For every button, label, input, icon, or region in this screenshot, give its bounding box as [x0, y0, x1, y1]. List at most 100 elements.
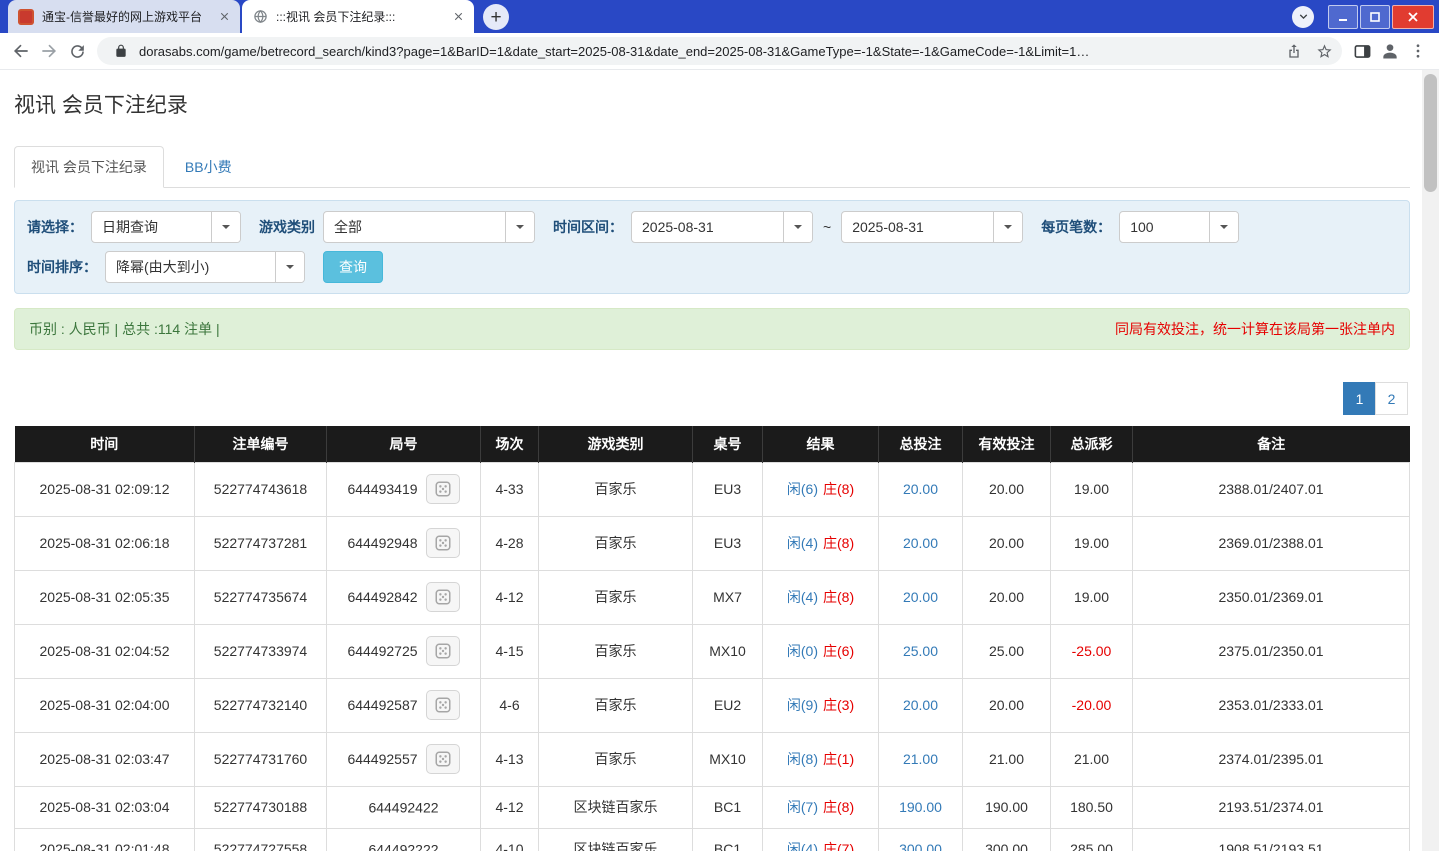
page-tab[interactable]: BB小费 [168, 146, 249, 188]
avatar-icon [1380, 41, 1400, 61]
video-replay-button[interactable] [425, 690, 460, 720]
query-type-select[interactable]: 日期查询 [91, 211, 241, 243]
video-replay-button[interactable] [425, 582, 460, 612]
cell-round: 644492842 [326, 569, 481, 625]
cell-valid-bet: 20.00 [962, 569, 1051, 625]
result-player: 闲(0) [786, 643, 818, 659]
cell-session: 4-10 [480, 827, 539, 851]
total-bet-link[interactable]: 300.00 [899, 841, 942, 851]
summary-notice: 同局有效投注，统一计算在该局第一张注单内 [1115, 321, 1395, 337]
browser-tab[interactable]: :::视讯 会员下注纪录::: [242, 0, 474, 33]
page-button-2[interactable]: 2 [1375, 382, 1408, 415]
query-type-value: 日期查询 [102, 219, 158, 235]
total-bet-link[interactable]: 21.00 [903, 751, 938, 767]
forward-icon [39, 41, 59, 61]
back-button[interactable] [7, 37, 35, 65]
video-replay-button[interactable] [425, 528, 460, 558]
date-end-input[interactable]: 2025-08-31 [841, 211, 1024, 243]
cell-time: 2025-08-31 02:04:00 [14, 677, 195, 733]
filter-panel: 请选择： 日期查询 游戏类别 全部 时间区间： 2025-08-31 ~ 202… [14, 200, 1410, 294]
cell-payout: -25.00 [1050, 623, 1133, 679]
column-header: 有效投注 [962, 426, 1051, 462]
page-content: 视讯 会员下注纪录 视讯 会员下注纪录 BB小费 请选择： 日期查询 游戏类别 … [0, 70, 1422, 851]
tab-close-icon[interactable] [450, 9, 466, 25]
video-replay-button[interactable] [425, 474, 460, 504]
column-header: 游戏类别 [538, 426, 693, 462]
video-replay-button[interactable] [425, 636, 460, 666]
cell-result: 闲(8) 庄(1) [762, 731, 879, 787]
cell-table: EU2 [692, 677, 763, 733]
close-button[interactable] [1392, 4, 1434, 29]
page-tab-label: 视讯 会员下注纪录 [31, 159, 147, 175]
browser-menu-button[interactable] [1404, 37, 1432, 65]
date-start-value: 2025-08-31 [642, 219, 714, 235]
cell-valid-bet: 25.00 [962, 623, 1051, 679]
search-button[interactable]: 查询 [323, 251, 383, 283]
tab-search-button[interactable] [1292, 5, 1314, 28]
total-bet-link[interactable]: 190.00 [899, 799, 942, 815]
table-row: 2025-08-31 02:03:04 522774730188 6444924… [14, 785, 1410, 829]
dice-icon [434, 696, 452, 714]
url-text[interactable]: dorasabs.com/game/betrecord_search/kind3… [139, 44, 1276, 59]
new-tab-button[interactable]: + [483, 4, 509, 30]
bookmark-star-icon[interactable] [1312, 39, 1336, 63]
address-bar[interactable]: dorasabs.com/game/betrecord_search/kind3… [97, 37, 1342, 65]
round-id: 644492422 [368, 799, 439, 816]
side-panel-icon [1353, 42, 1372, 61]
cell-bet-id: 522774733974 [194, 623, 327, 679]
cell-session: 4-12 [480, 569, 539, 625]
per-page-value: 100 [1130, 219, 1154, 235]
cell-result: 闲(7) 庄(8) [762, 785, 879, 829]
maximize-icon [1369, 11, 1381, 23]
per-page-label: 每页笔数： [1041, 219, 1112, 235]
browser-tabs: 通宝-信誉最好的网上游戏平台 :::视讯 会员下注纪录::: [8, 0, 474, 33]
cell-result: 闲(4) 庄(8) [762, 569, 879, 625]
forward-button[interactable] [35, 37, 63, 65]
cell-table: EU3 [692, 515, 763, 571]
sort-value: 降幂(由大到小) [116, 259, 210, 275]
total-bet-link[interactable]: 20.00 [903, 697, 938, 713]
pagination: 12 [14, 382, 1408, 415]
secure-lock-icon[interactable] [109, 39, 133, 63]
page-title: 视讯 会员下注纪录 [14, 94, 188, 117]
dice-icon [434, 534, 452, 552]
total-bet-link[interactable]: 20.00 [903, 535, 938, 551]
browser-tab[interactable]: 通宝-信誉最好的网上游戏平台 [8, 0, 240, 33]
cell-round: 644492222 [326, 827, 481, 851]
cell-session: 4-12 [480, 785, 539, 829]
refresh-button[interactable] [63, 37, 91, 65]
minimize-button[interactable] [1328, 4, 1358, 29]
date-start-input[interactable]: 2025-08-31 [631, 211, 813, 243]
vertical-scrollbar[interactable] [1422, 70, 1439, 851]
column-header: 场次 [480, 426, 539, 462]
total-bet-link[interactable]: 20.00 [903, 481, 938, 497]
cell-game: 百家乐 [538, 731, 693, 787]
result-banker: 庄(7) [823, 841, 855, 851]
table-row: 2025-08-31 02:03:47 522774731760 6444925… [14, 731, 1410, 787]
share-icon[interactable] [1282, 39, 1306, 63]
cell-valid-bet: 20.00 [962, 677, 1051, 733]
cell-game: 百家乐 [538, 623, 693, 679]
page-button-1[interactable]: 1 [1343, 382, 1376, 415]
tab-close-icon[interactable] [216, 9, 232, 25]
sort-select[interactable]: 降幂(由大到小) [105, 251, 305, 283]
per-page-select[interactable]: 100 [1119, 211, 1240, 243]
page-tab[interactable]: 视讯 会员下注纪录 [14, 146, 164, 188]
total-bet-link[interactable]: 20.00 [903, 589, 938, 605]
scrollbar-thumb[interactable] [1424, 74, 1437, 192]
result-player: 闲(6) [786, 481, 818, 497]
game-type-select[interactable]: 全部 [323, 211, 535, 243]
side-panel-button[interactable] [1348, 37, 1376, 65]
total-bet-link[interactable]: 25.00 [903, 643, 938, 659]
summary-bar: 币别 : 人民币 | 总共 :114 注单 | 同局有效投注，统一计算在该局第一… [14, 308, 1410, 350]
table-row: 2025-08-31 02:01:48 522774727558 6444922… [14, 827, 1410, 851]
profile-avatar[interactable] [1376, 37, 1404, 65]
cell-valid-bet: 190.00 [962, 785, 1051, 829]
column-header: 总投注 [878, 426, 963, 462]
column-header: 桌号 [692, 426, 763, 462]
cell-bet-id: 522774731760 [194, 731, 327, 787]
cell-note: 2374.01/2395.01 [1132, 731, 1410, 787]
result-player: 闲(4) [786, 589, 818, 605]
video-replay-button[interactable] [425, 744, 460, 774]
maximize-button[interactable] [1360, 4, 1390, 29]
